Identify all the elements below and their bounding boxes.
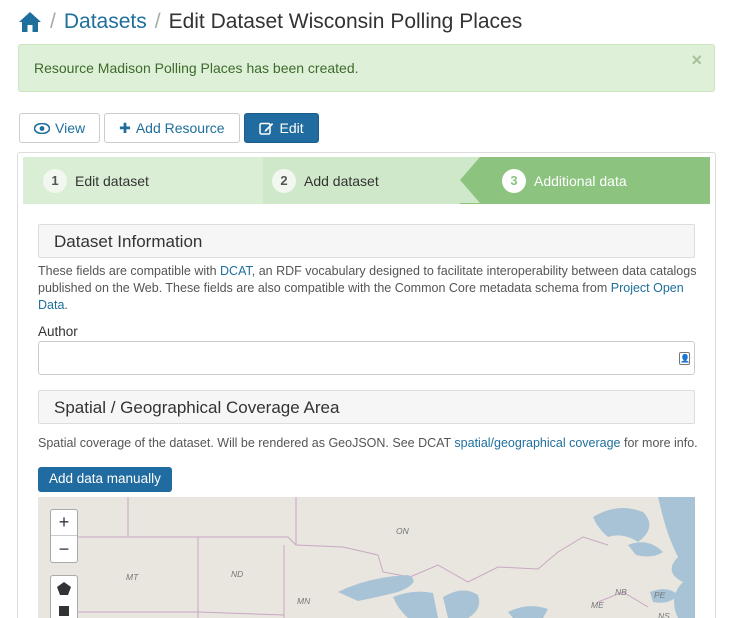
edit-icon [258, 122, 273, 135]
map-label: PE [654, 590, 666, 600]
stage-label: Additional data [534, 172, 627, 189]
draw-toolbar [50, 575, 78, 618]
zoom-out-button[interactable]: − [51, 536, 77, 562]
spatial-coverage-link[interactable]: spatial/geographical coverage [454, 436, 620, 450]
map-label: MT [126, 572, 139, 582]
stage-number: 3 [502, 168, 526, 193]
map[interactable]: ON MT ND MN NB PE ME NS + − [38, 497, 695, 618]
edit-button-label: Edit [279, 120, 304, 136]
home-icon[interactable] [18, 11, 42, 33]
stage-arrow-tip [460, 157, 480, 203]
spatial-coverage-help: Spatial coverage of the dataset. Will be… [38, 435, 698, 452]
stage-number: 1 [43, 168, 67, 193]
add-resource-button[interactable]: ✚ Add Resource [104, 113, 240, 143]
breadcrumb-separator: / [154, 10, 161, 33]
author-label: Author [38, 324, 78, 339]
stage-number: 2 [272, 168, 296, 193]
zoom-control: + − [50, 509, 78, 563]
map-label: ME [591, 600, 604, 610]
page-title: Edit Dataset Wisconsin Polling Places [168, 10, 523, 33]
spatial-coverage-heading: Spatial / Geographical Coverage Area [38, 390, 695, 424]
success-alert: Resource Madison Polling Places has been… [18, 44, 715, 92]
edit-button[interactable]: Edit [243, 113, 319, 143]
breadcrumb-datasets-link[interactable]: Datasets [64, 10, 147, 34]
help-text: for more info. [620, 436, 698, 450]
rectangle-icon[interactable] [51, 602, 77, 618]
stage-label: Edit dataset [75, 172, 149, 189]
view-button-label: View [55, 120, 86, 136]
close-icon[interactable]: × [691, 50, 702, 71]
plus-icon: ✚ [119, 119, 131, 136]
dataset-information-help: These fields are compatible with DCAT, a… [38, 263, 698, 314]
stage-label: Add dataset [304, 172, 379, 189]
help-text: . [64, 298, 68, 312]
map-label: MN [297, 596, 311, 606]
map-label: NS [658, 611, 670, 618]
dataset-information-heading: Dataset Information [38, 224, 695, 258]
stages-bar: 1 Edit dataset 2 Add dataset 3 Additiona… [23, 157, 710, 204]
help-text: Spatial coverage of the dataset. Will be… [38, 436, 455, 450]
alert-message: Resource Madison Polling Places has been… [34, 60, 359, 76]
add-data-manually-button[interactable]: Add data manually [38, 467, 172, 492]
map-label: ND [231, 569, 244, 579]
breadcrumb: / Datasets / Edit Dataset Wisconsin Poll… [18, 8, 522, 36]
stage-3[interactable]: 3 Additional data [502, 157, 627, 204]
dcat-link[interactable]: DCAT [220, 264, 252, 278]
help-text: These fields are compatible with [38, 264, 221, 278]
add-resource-button-label: Add Resource [135, 120, 225, 136]
eye-icon [34, 122, 50, 134]
map-label: ON [396, 526, 409, 536]
zoom-in-button[interactable]: + [51, 510, 77, 536]
map-label: NB [615, 587, 627, 597]
stage-1[interactable]: 1 Edit dataset [43, 157, 149, 204]
contact-card-icon[interactable]: 👤 [679, 352, 690, 365]
view-button[interactable]: View [19, 113, 101, 143]
author-field[interactable]: 👤 [38, 341, 695, 375]
polygon-icon[interactable] [51, 576, 77, 602]
breadcrumb-separator: / [50, 10, 56, 33]
stage-2[interactable]: 2 Add dataset [272, 157, 379, 204]
action-buttons: View ✚ Add Resource Edit [19, 113, 319, 143]
